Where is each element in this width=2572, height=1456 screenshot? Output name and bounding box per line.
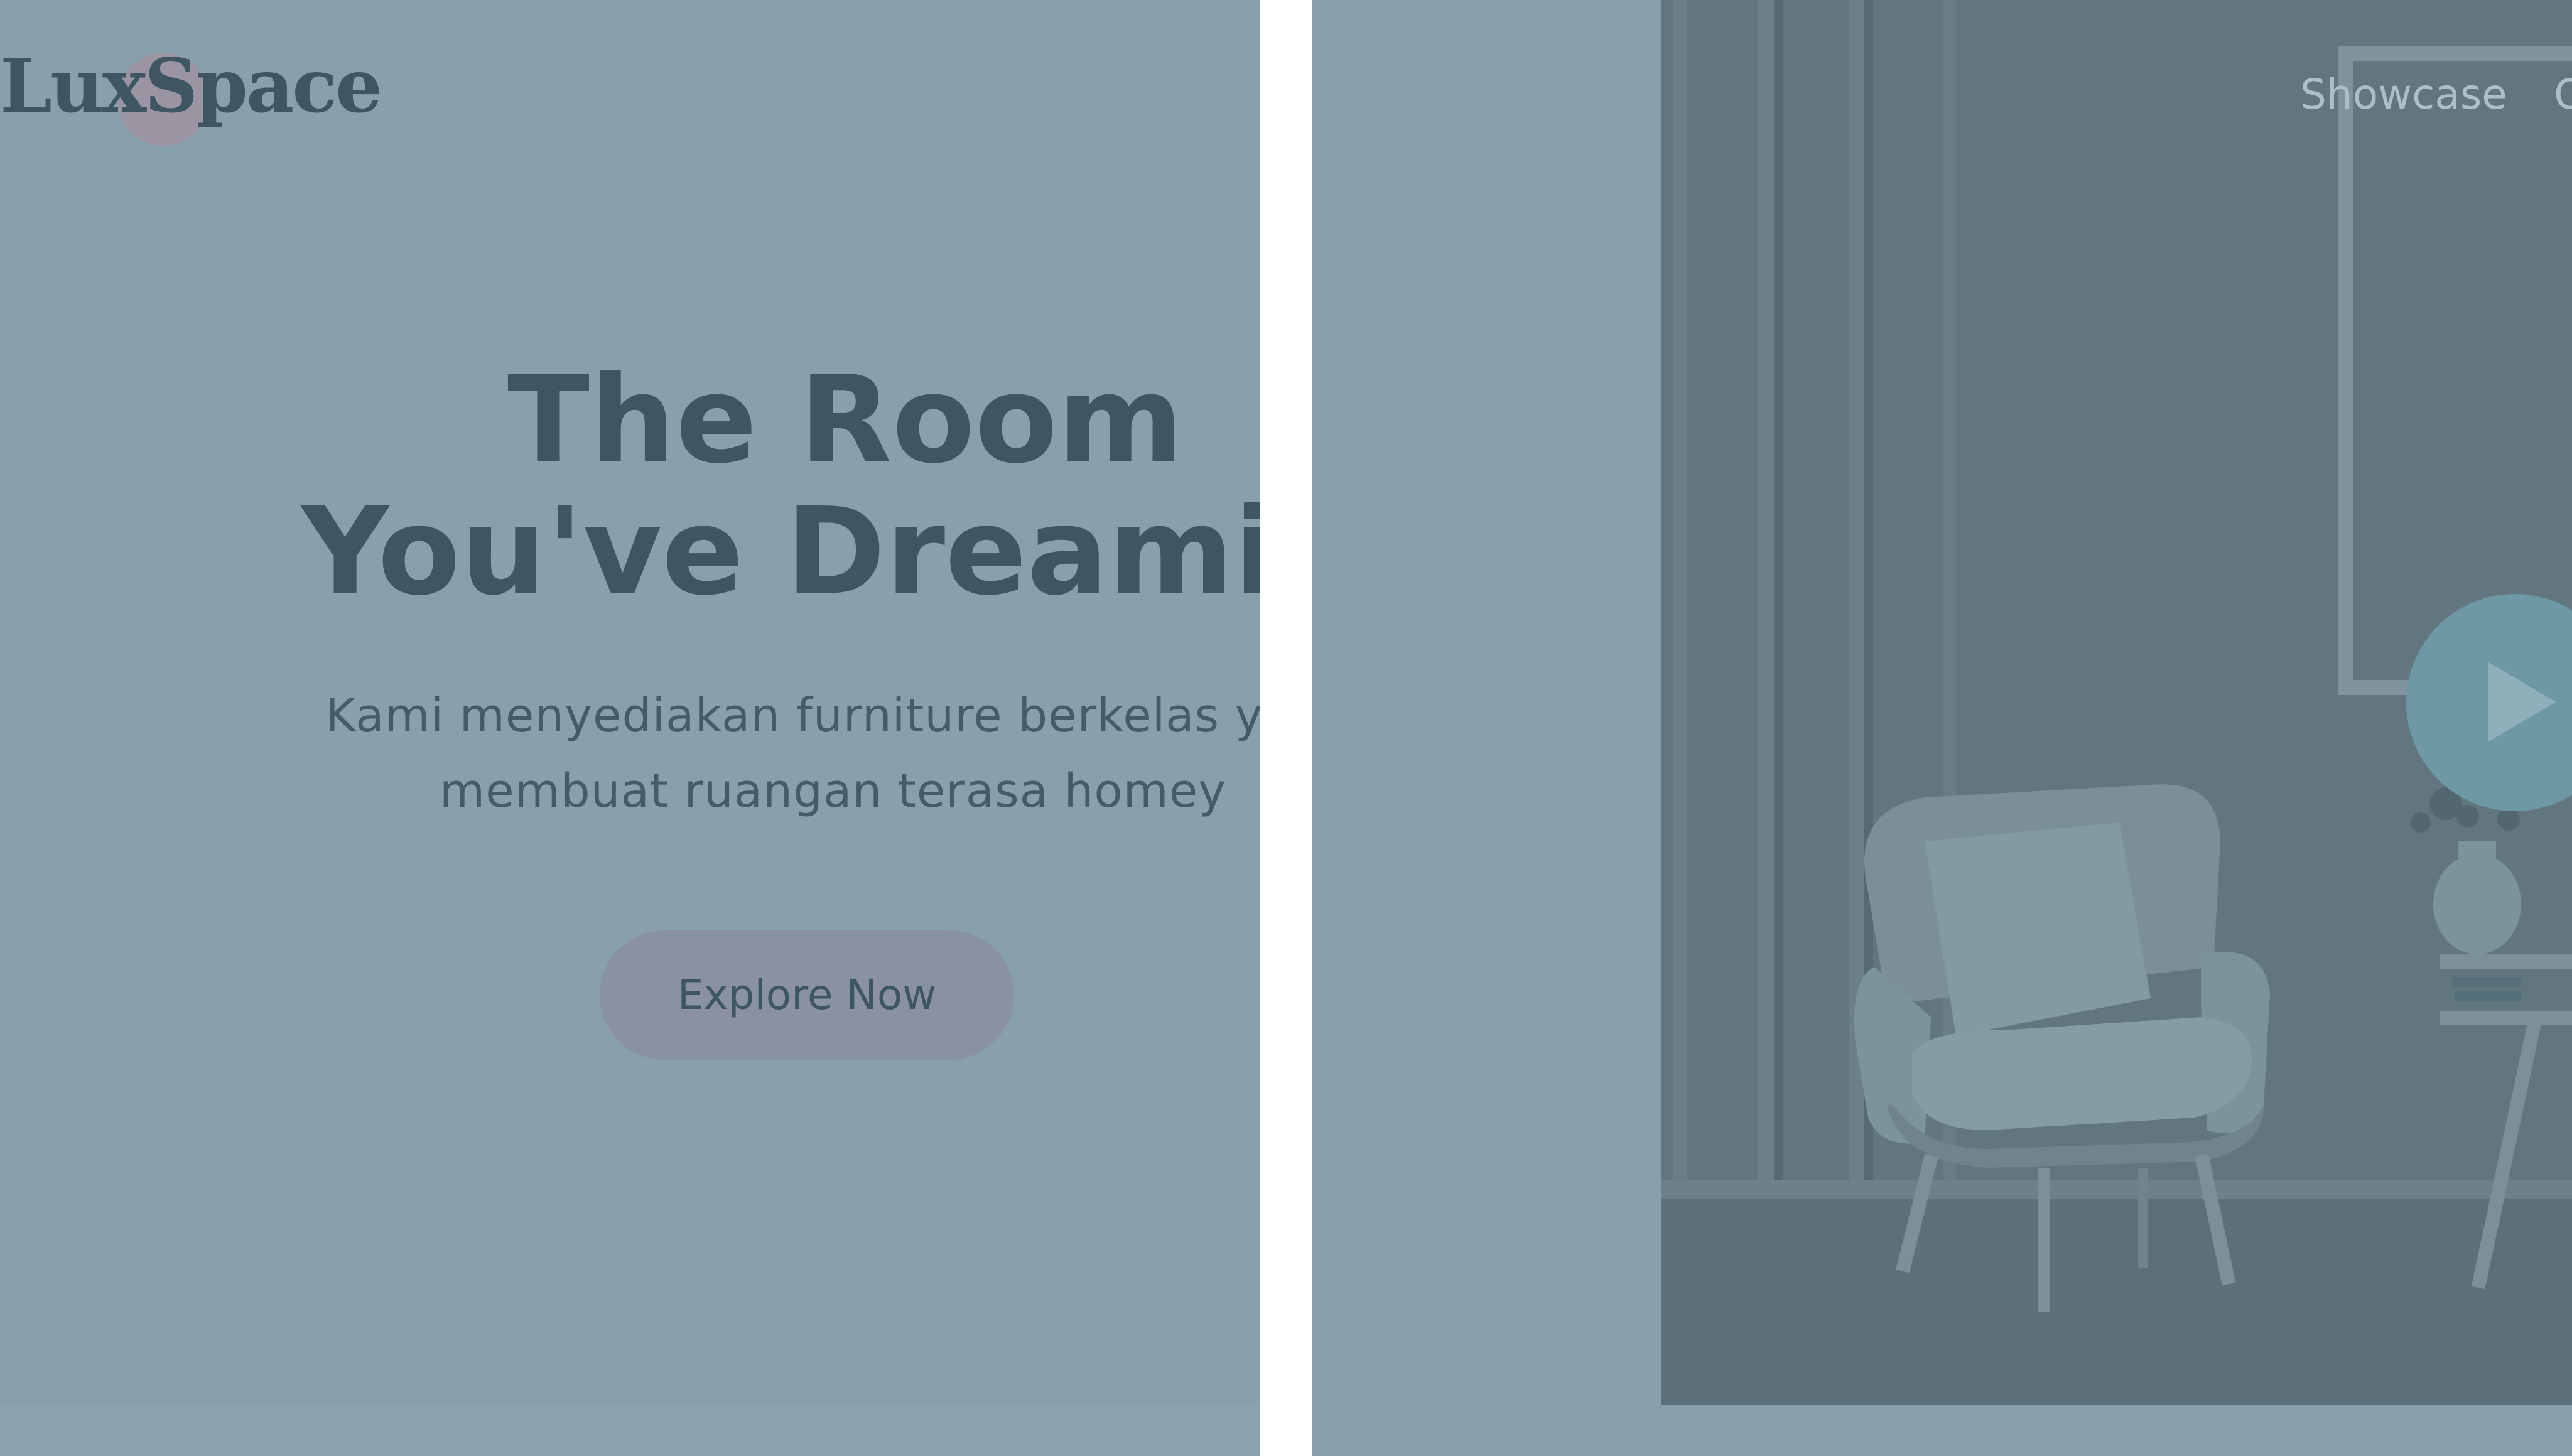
brand-logo[interactable]: LuxSpace [0,49,382,123]
nav-item-showcase[interactable]: Showcase [2300,74,2507,116]
play-icon [2488,662,2556,742]
hero-title-line-1: The Room [507,350,1184,490]
panel-divider [1260,0,1312,1456]
hero-title: The Room You've Dreaming [301,355,1260,618]
hero-text-panel: LuxSpace The Room You've Dreaming Kami m… [0,0,1260,1456]
hero-title-line-2: You've Dreaming [301,482,1260,622]
nav-item-next[interactable]: C [2554,74,2572,116]
screenshot-stage: LuxSpace The Room You've Dreaming Kami m… [0,0,2572,1456]
explore-now-button[interactable]: Explore Now [600,930,1014,1060]
bottom-band [0,1405,1260,1456]
hero-media-panel: Showcase C [1312,0,2572,1456]
hero-subtitle: Kami menyediakan furniture berkelas yang… [325,678,1260,829]
hero-subtitle-line-2: membuat ruangan terasa homey [440,764,1227,818]
hero-subtitle-line-1: Kami menyediakan furniture berkelas yang [325,689,1260,743]
